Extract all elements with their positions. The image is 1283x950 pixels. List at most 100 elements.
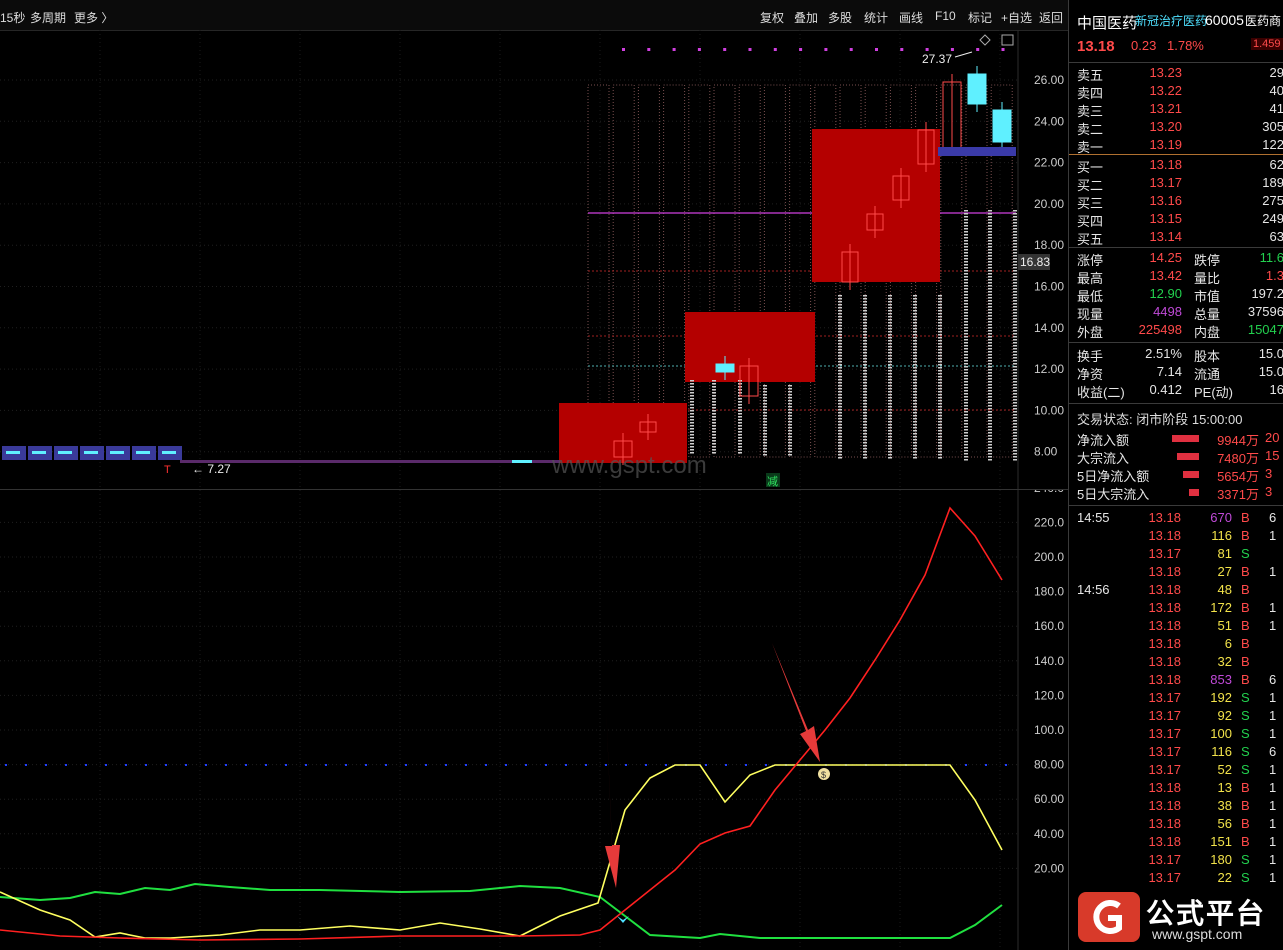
toolbar-multistock-button[interactable]: 多股 <box>828 9 852 26</box>
toolbar-add-watchlist-button[interactable]: +自选 <box>1001 9 1032 26</box>
quote-panel: 中国医药 新冠治疗医药 60005 医药商 13.18 0.23 1.78% 1… <box>1068 0 1283 950</box>
y-tick-label: 160.0 <box>1034 619 1064 633</box>
stripe <box>712 443 716 445</box>
cell: B <box>1241 636 1250 651</box>
stripe <box>712 386 716 388</box>
stripe <box>888 448 892 450</box>
stripe <box>1013 339 1017 341</box>
stripe <box>888 424 892 426</box>
cell: 275 <box>1262 193 1283 208</box>
ask-row: 卖二 13.20 305 <box>1069 119 1283 137</box>
toolbar-stats-button[interactable]: 统计 <box>864 9 888 26</box>
dot <box>385 764 387 766</box>
stripe <box>913 448 917 450</box>
stripe <box>988 252 992 254</box>
cell: 189 <box>1262 175 1283 190</box>
stripe <box>913 313 917 315</box>
magenta-dot <box>849 48 853 51</box>
stripe <box>964 342 968 344</box>
stripe <box>888 409 892 411</box>
dot <box>85 764 87 766</box>
stripe <box>988 444 992 446</box>
stripe <box>863 313 867 315</box>
diamond-icon[interactable] <box>979 34 991 46</box>
stripe <box>913 358 917 360</box>
more-button[interactable]: 更多 〉 <box>74 9 113 26</box>
toolbar-mark-button[interactable]: 标记 <box>968 9 992 26</box>
stripe <box>938 316 942 318</box>
indicator-chart[interactable]: 240.0 220.0 200.0 180.0 160.0 140.0 120.0 100.0… <box>0 490 1068 950</box>
magenta-dots <box>622 48 1005 51</box>
y-tick-label: 24.00 <box>1034 114 1064 128</box>
stripe <box>913 310 917 312</box>
magenta-dot <box>773 48 777 51</box>
cell: S <box>1241 690 1250 705</box>
concept-tag[interactable]: 新冠治疗医药 <box>1135 12 1207 29</box>
toolbar-overlay-button[interactable]: 叠加 <box>794 9 818 26</box>
stripe <box>838 367 842 369</box>
stripe <box>913 379 917 381</box>
high-label: 27.37 <box>922 52 952 66</box>
stripe <box>1013 333 1017 335</box>
y-tick-label: 220.0 <box>1034 515 1064 529</box>
toolbar-fuquan-button[interactable]: 复权 <box>760 9 784 26</box>
stripe <box>838 307 842 309</box>
stripe <box>690 398 694 400</box>
stripe <box>988 417 992 419</box>
cell: 大宗流入 <box>1077 451 1130 466</box>
stripe <box>988 315 992 317</box>
stripe <box>1013 288 1017 290</box>
cell: 15 <box>1265 448 1280 463</box>
stripe <box>788 388 792 390</box>
dot <box>465 764 467 766</box>
yellow-series-line <box>0 764 1003 939</box>
stripe <box>964 420 968 422</box>
stripe <box>913 388 917 390</box>
stripe <box>964 459 968 461</box>
stripe <box>763 391 767 393</box>
toolbar-back-button[interactable]: 返回 <box>1039 9 1063 26</box>
stripe <box>888 301 892 303</box>
stripe <box>863 349 867 351</box>
toolbar-f10-button[interactable]: F10 <box>935 9 956 23</box>
stripe <box>712 404 716 406</box>
dot <box>365 764 367 766</box>
stripe <box>838 379 842 381</box>
stripe <box>964 438 968 440</box>
stripe <box>988 411 992 413</box>
y-tick-label: 120.0 <box>1034 688 1064 702</box>
stripe <box>888 325 892 327</box>
stripe <box>1013 237 1017 239</box>
cell: 13 <box>1217 780 1232 795</box>
stripe <box>838 394 842 396</box>
stripe <box>988 240 992 242</box>
stat-row: 外盘 225498 内盘 15047 <box>1069 322 1283 340</box>
magenta-dot <box>723 48 727 51</box>
stripe <box>1013 396 1017 398</box>
y-tick-label: 20.00 <box>1034 861 1064 875</box>
toolbar-draw-button[interactable]: 画线 <box>899 9 923 26</box>
stripe <box>938 412 942 414</box>
stripe <box>988 330 992 332</box>
stripe <box>988 423 992 425</box>
stripe <box>888 358 892 360</box>
stripe <box>838 373 842 375</box>
stripe <box>988 372 992 374</box>
cell: 180 <box>1210 852 1232 867</box>
window-icon[interactable] <box>1001 34 1014 46</box>
stripe <box>712 431 716 433</box>
stripe <box>838 361 842 363</box>
dot <box>585 764 587 766</box>
dot <box>185 764 187 766</box>
industry-tag[interactable]: 医药商 <box>1245 12 1281 29</box>
stripe <box>763 427 767 429</box>
multi-period-button[interactable]: 多周期 <box>30 9 66 26</box>
main-price-chart[interactable]: 26.00 24.00 22.00 20.00 18.00 16.00 14.00 12.00… <box>0 30 1068 490</box>
stripe <box>1013 420 1017 422</box>
stripe <box>1013 423 1017 425</box>
tick-row: 13.18 38 B 1 <box>1069 798 1283 816</box>
stripe <box>913 334 917 336</box>
stripe <box>913 340 917 342</box>
period-label[interactable]: 15秒 <box>0 9 25 26</box>
cell: 56 <box>1217 816 1232 831</box>
